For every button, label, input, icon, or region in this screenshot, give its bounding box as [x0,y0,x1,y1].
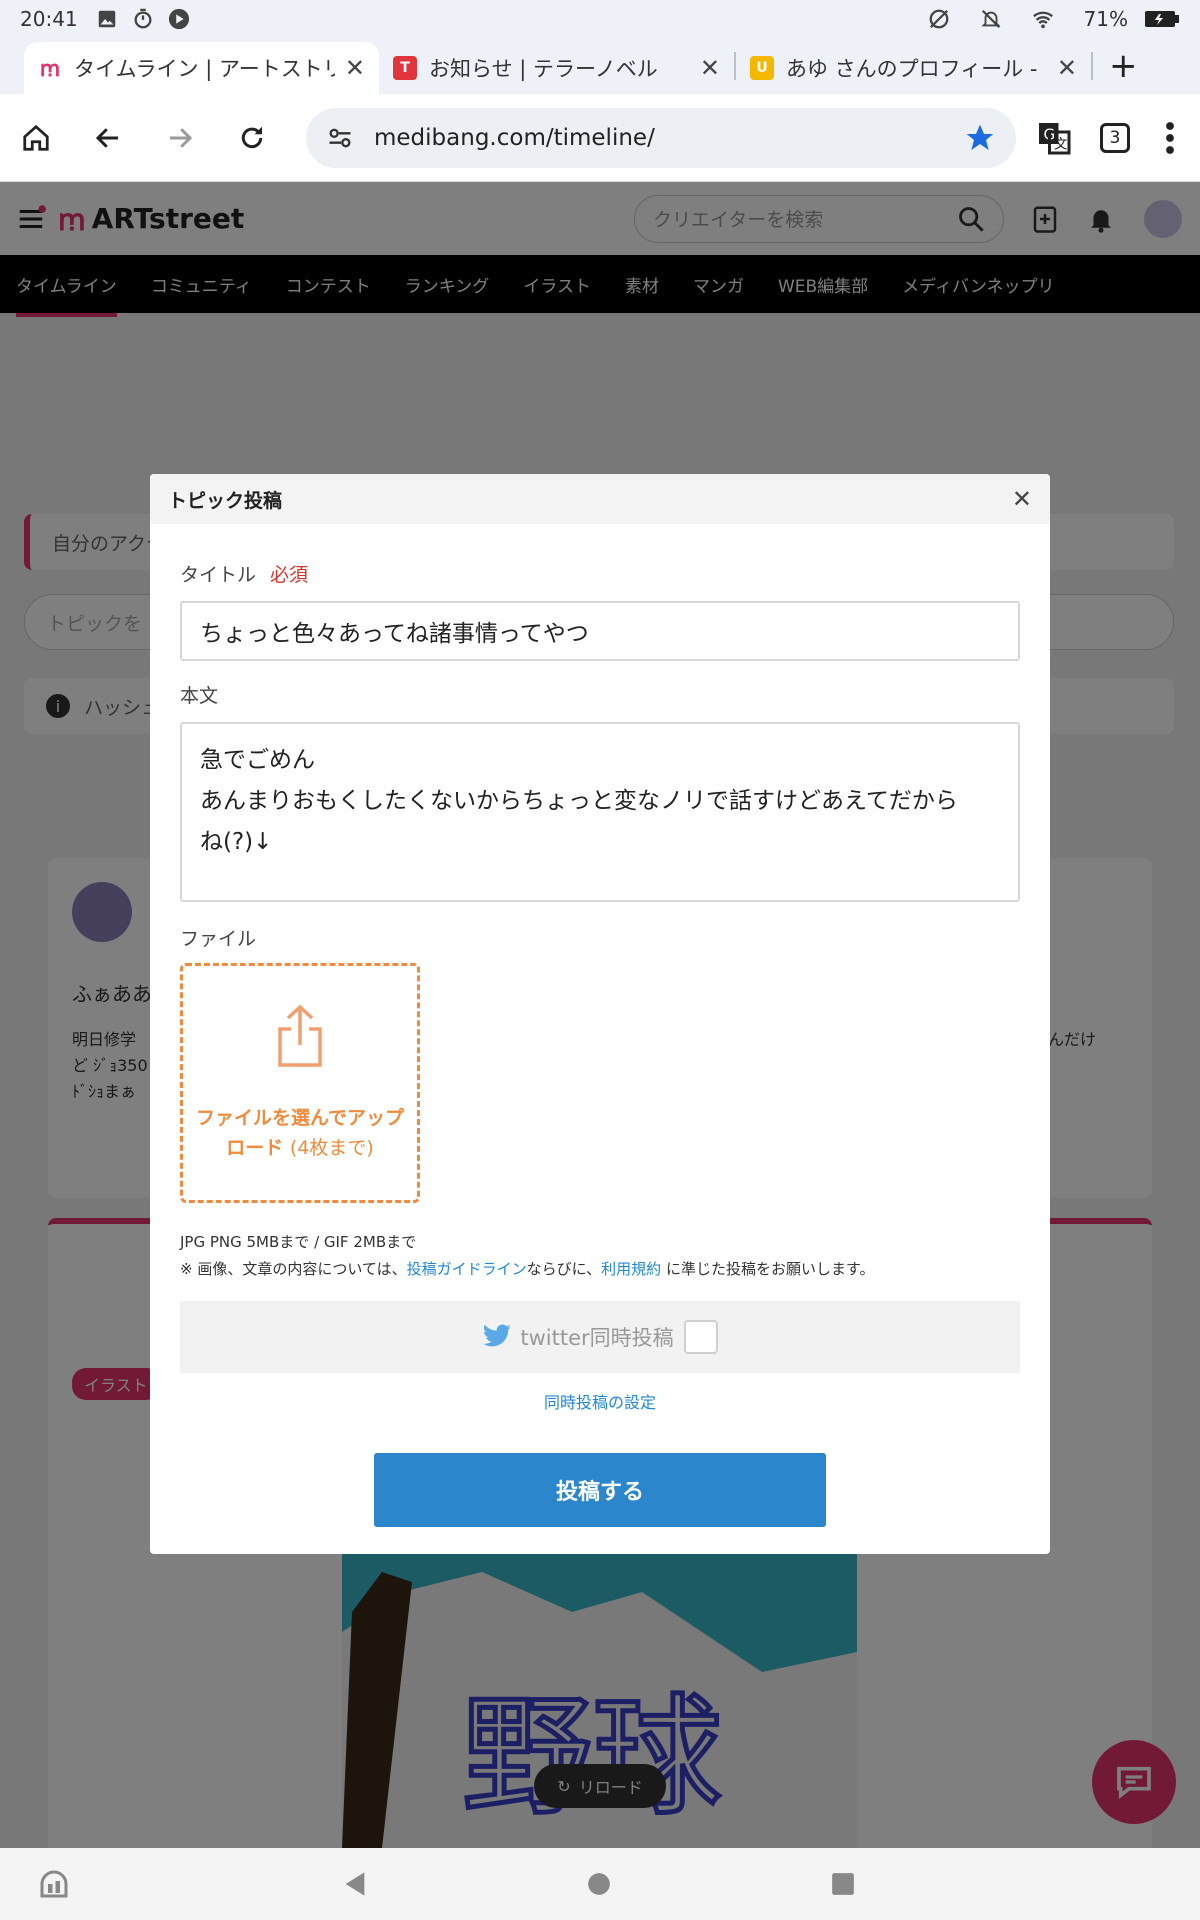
new-tab-icon[interactable]: + [1109,46,1138,86]
title-field-label: タイトル 必須 [180,560,1020,587]
arrow-right-icon [170,127,193,148]
notice-prefix: ※ 画像、文章の内容については、 [180,1260,407,1278]
topic-post-dialog: トピック投稿 ✕ タイトル 必須 ちょっと色々あってね諸事情ってやつ 本文 急でご… [150,474,1050,1554]
tellernovel-favicon-icon: T [393,56,417,80]
reload-icon [241,126,263,148]
timer-icon [134,8,152,29]
tab-title: タイムライン | アートストリ [74,57,335,81]
close-tab-icon[interactable]: ✕ [1057,54,1077,82]
address-bar: medibang.com/timeline/ G文 3 [0,94,1200,182]
back-triangle-icon[interactable] [342,1870,368,1898]
home-button[interactable] [18,120,54,156]
profile-favicon-icon: U [750,56,774,80]
crosspost-settings-link[interactable]: 同時投稿の設定 [180,1389,1020,1413]
site-settings-icon[interactable] [326,124,354,152]
status-bar: 20:41 71% [0,0,1200,38]
required-badge: 必須 [270,564,309,586]
bookmark-star-icon[interactable] [964,122,996,154]
title-label: タイトル [180,564,257,586]
tab-title: お知らせ | テラーノベル [429,57,658,81]
battery-percent: 71% [1083,7,1128,31]
tab-divider [1091,52,1093,80]
dialog-body: タイトル 必須 ちょっと色々あってね諸事情ってやつ 本文 急でごめん あんまりおも… [150,560,1050,1527]
close-icon[interactable]: ✕ [1012,485,1032,513]
submit-button[interactable]: 投稿する [374,1453,826,1527]
image-icon [98,10,115,28]
location-off-icon [929,9,948,29]
notice-suffix: に準じた投稿をお願いします。 [665,1260,875,1278]
body-line: あんまりおもくしたくないからちょっと変なノリで話すけどあえてだから [200,788,958,814]
body-textarea[interactable]: 急でごめん あんまりおもくしたくないからちょっと変なノリで話すけどあえてだから … [180,722,1020,902]
upload-text: ファイルを選んでアップロード (4枚まで) [183,1103,417,1163]
close-tab-icon[interactable]: ✕ [700,54,720,82]
reload-button[interactable] [234,120,270,156]
file-limits: JPG PNG 5MBまで / GIF 2MBまで [180,1233,417,1251]
back-button[interactable] [90,120,126,156]
tab-news[interactable]: T お知らせ | テラーノベル ✕ [379,42,734,94]
title-input[interactable]: ちょっと色々あってね諸事情ってやつ [180,601,1020,661]
system-navigation-bar [0,1848,1200,1920]
tab-title: あゆ さんのプロフィール - [786,57,1038,81]
tab-timeline[interactable]: ꭑ タイムライン | アートストリ ✕ [24,42,379,94]
dialog-header: トピック投稿 ✕ [150,474,1050,524]
recents-square-icon[interactable] [830,1871,856,1897]
tab-switcher-button[interactable]: 3 [1100,122,1130,153]
assistant-icon[interactable] [36,1866,72,1902]
browser-tab-strip: ꭑ タイムライン | アートストリ ✕ T お知らせ | テラーノベル ✕ U … [0,38,1200,94]
body-label: 本文 [180,685,219,707]
upload-limit: (4枚まで) [289,1137,374,1159]
file-label: ファイル [180,928,257,950]
notifications-off-icon [981,9,1001,29]
translate-icon[interactable]: G文 [1036,120,1072,156]
twitter-crosspost-row: twitter同時投稿 [180,1301,1020,1373]
file-upload-area[interactable]: ファイルを選んでアップロード (4枚まで) [180,963,420,1203]
twitter-label: twitter同時投稿 [520,1326,674,1350]
omnibox[interactable]: medibang.com/timeline/ [306,107,1016,168]
twitter-checkbox[interactable] [683,1320,718,1354]
svg-text:文: 文 [1054,136,1068,152]
forward-button[interactable] [162,120,198,156]
body-line: ね(?)↓ [200,829,273,855]
tab-profile[interactable]: U あゆ さんのプロフィール - ✕ [736,42,1091,94]
file-notes: JPG PNG 5MBまで / GIF 2MBまで ※ 画像、文章の内容について… [180,1229,1020,1283]
body-line: 急でごめん [200,747,315,773]
battery-icon [1145,11,1179,27]
notice-text: ※ 画像、文章の内容については、投稿ガイドラインならびに、利用規約 に準じた投稿… [180,1256,1020,1283]
terms-link[interactable]: 利用規約 [601,1260,661,1278]
close-tab-icon[interactable]: ✕ [345,54,365,82]
notice-middle: ならびに、 [526,1260,602,1278]
clock: 20:41 [20,7,78,31]
dialog-title: トピック投稿 [168,489,283,512]
arrow-left-icon [95,127,118,148]
home-circle-icon[interactable] [586,1871,612,1897]
artstreet-favicon-icon: ꭑ [39,57,61,82]
home-icon [23,124,49,151]
upload-icon [278,1004,322,1067]
wifi-icon [1032,11,1053,29]
twitter-bird-icon [483,1324,512,1347]
guideline-link[interactable]: 投稿ガイドライン [407,1260,527,1278]
url-text: medibang.com/timeline/ [374,124,655,151]
more-vert-icon[interactable] [1158,120,1182,156]
play-icon [168,8,189,30]
